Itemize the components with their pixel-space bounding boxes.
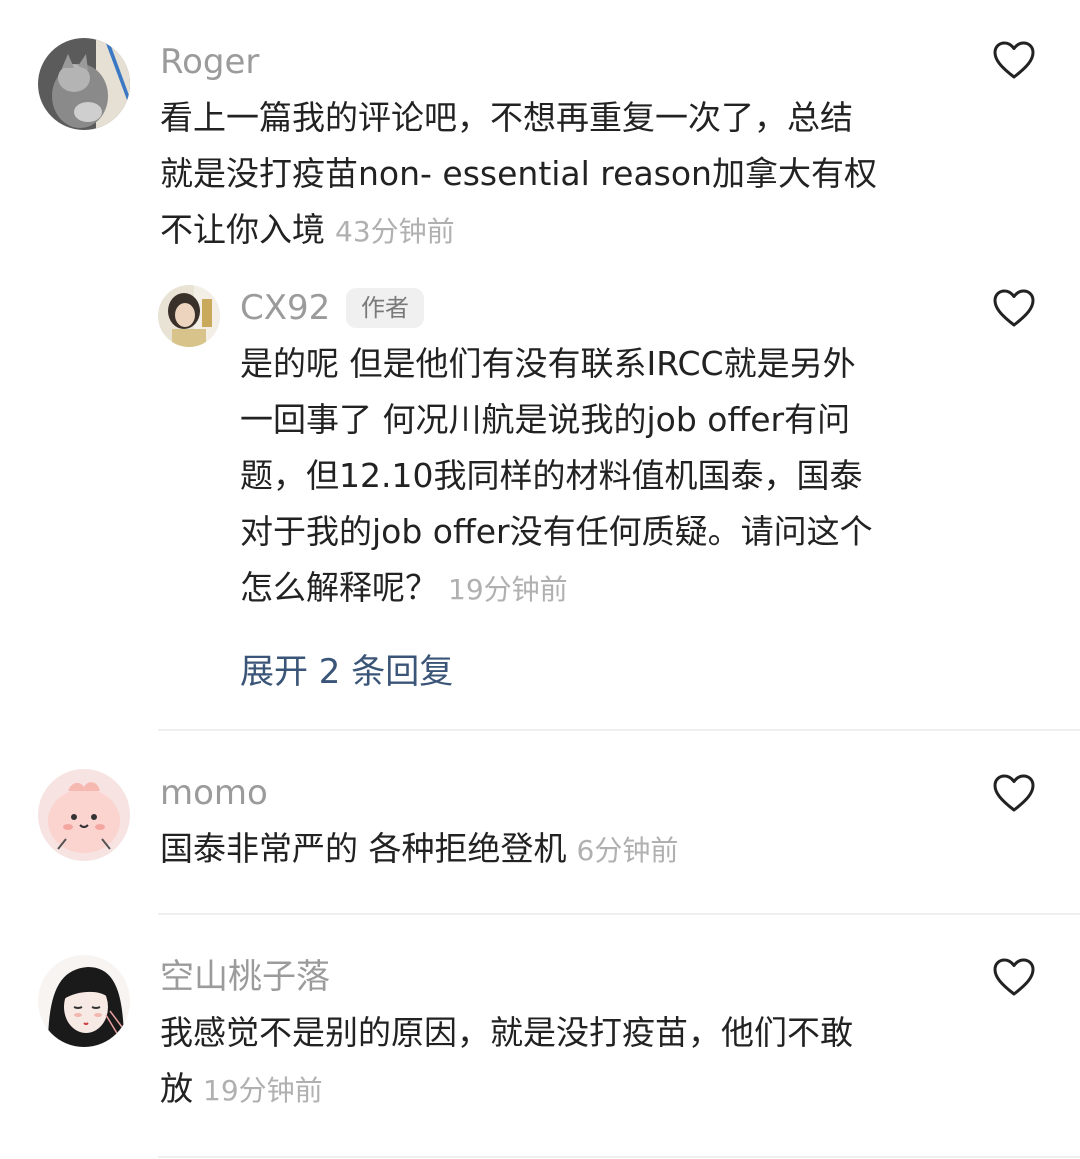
comment-line: 是的呢 但是他们有没有联系IRCC就是另外 bbox=[240, 344, 856, 383]
comment-reply-cx92: CX92 作者 是的呢 但是他们有没有联系IRCC就是另外 一回事了 何况川航是… bbox=[0, 260, 1080, 730]
illustrated-girl-avatar-icon[interactable] bbox=[38, 955, 130, 1047]
comment-line: 对于我的job offer没有任何质疑。请问这个 bbox=[240, 512, 873, 551]
comment-username[interactable]: CX92 bbox=[240, 288, 330, 328]
comment-username[interactable]: Roger bbox=[160, 42, 259, 82]
comment-line-text: 放 bbox=[160, 1069, 193, 1108]
comment-line: 就是没打疫苗non- essential reason加拿大有权 bbox=[160, 154, 877, 193]
comment-text: 看上一篇我的评论吧，不想再重复一次了，总结 就是没打疫苗non- essenti… bbox=[160, 90, 877, 260]
comment-line: 怎么解释呢？ 19分钟前 bbox=[240, 560, 873, 618]
comment-line: 国泰非常严的 各种拒绝登机 6分钟前 bbox=[160, 821, 678, 879]
comment-kongshan: 空山桃子落 我感觉不是别的原因，就是没打疫苗，他们不敢 放 19分钟前 bbox=[0, 915, 1080, 1159]
comment-text: 国泰非常严的 各种拒绝登机 6分钟前 bbox=[160, 821, 678, 879]
pink-blob-avatar-icon[interactable] bbox=[38, 769, 130, 861]
comment-username[interactable]: 空山桃子落 bbox=[160, 957, 330, 997]
heart-outline-icon[interactable] bbox=[992, 288, 1036, 328]
comment-roger: Roger 看上一篇我的评论吧，不想再重复一次了，总结 就是没打疫苗non- e… bbox=[0, 0, 1080, 260]
heart-outline-icon[interactable] bbox=[992, 40, 1036, 80]
comment-text: 是的呢 但是他们有没有联系IRCC就是另外 一回事了 何况川航是说我的job o… bbox=[240, 336, 873, 618]
comment-line-text: 怎么解释呢？ bbox=[240, 568, 438, 607]
comment-line: 不让你入境 43分钟前 bbox=[160, 202, 877, 260]
comment-line-text: 国泰非常严的 各种拒绝登机 bbox=[160, 829, 567, 868]
heart-outline-icon[interactable] bbox=[992, 957, 1036, 997]
comment-time: 43分钟前 bbox=[335, 215, 455, 248]
divider bbox=[158, 1156, 1080, 1158]
author-badge: 作者 bbox=[346, 288, 424, 328]
heart-outline-icon[interactable] bbox=[992, 773, 1036, 813]
expand-replies-link[interactable]: 展开 2 条回复 bbox=[240, 644, 453, 693]
comment-time: 6分钟前 bbox=[576, 834, 679, 867]
girl-photo-avatar-icon[interactable] bbox=[158, 285, 220, 347]
comment-time: 19分钟前 bbox=[203, 1074, 323, 1107]
comment-line: 看上一篇我的评论吧，不想再重复一次了，总结 bbox=[160, 98, 853, 137]
comment-text: 我感觉不是别的原因，就是没打疫苗，他们不敢 放 19分钟前 bbox=[160, 1005, 853, 1119]
comment-line: 题，但12.10我同样的材料值机国泰，国泰 bbox=[240, 456, 863, 495]
comment-line: 放 19分钟前 bbox=[160, 1061, 853, 1119]
comment-line-text: 不让你入境 bbox=[160, 210, 325, 249]
comment-username[interactable]: momo bbox=[160, 773, 268, 813]
comment-line: 我感觉不是别的原因，就是没打疫苗，他们不敢 bbox=[160, 1013, 853, 1052]
cat-photo-avatar-icon[interactable] bbox=[38, 38, 130, 130]
comment-line: 一回事了 何况川航是说我的job offer有问 bbox=[240, 400, 851, 439]
comment-momo: momo 国泰非常严的 各种拒绝登机 6分钟前 bbox=[0, 731, 1080, 913]
comment-time: 19分钟前 bbox=[448, 573, 568, 606]
